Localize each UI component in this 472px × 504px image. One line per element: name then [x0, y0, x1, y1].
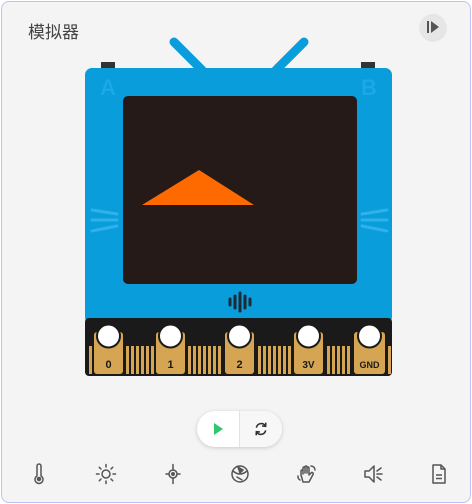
compass-icon [165, 463, 181, 485]
antenna-left [169, 37, 207, 75]
antenna-right [271, 37, 309, 75]
gesture-icon [297, 465, 316, 483]
microbit-board: A B 0 1 2 3V GND [85, 37, 392, 376]
accelerometer-icon [231, 465, 249, 483]
accelerometer-button[interactable] [224, 458, 256, 490]
log-icon [432, 464, 446, 484]
pin-2-label: 2 [236, 359, 242, 371]
sound-icon [364, 465, 383, 483]
pin-gnd-label: GND [360, 360, 381, 370]
sound-button[interactable] [357, 458, 389, 490]
pin-gnd[interactable]: GND [354, 323, 385, 375]
simulator-controls [197, 411, 282, 447]
pin-1-label: 1 [167, 359, 173, 371]
pin-3v-label: 3V [302, 360, 315, 371]
sensor-toolbar [2, 458, 470, 490]
light-icon [95, 463, 117, 485]
play-button[interactable] [197, 411, 239, 447]
thermometer-icon [34, 463, 44, 485]
play-icon [214, 423, 223, 435]
button-b[interactable]: B [361, 75, 377, 100]
led-screen [123, 96, 357, 284]
temperature-button[interactable] [23, 458, 55, 490]
simulator-panel: 模拟器 A B 0 1 2 3V GND [1, 1, 471, 503]
pin-2[interactable]: 2 [225, 323, 254, 375]
button-a[interactable]: A [100, 75, 116, 100]
restart-button[interactable] [239, 411, 282, 447]
compass-button[interactable] [157, 458, 189, 490]
pin-1[interactable]: 1 [156, 323, 185, 375]
pin-3v[interactable]: 3V [294, 323, 323, 375]
pin-0-label: 0 [105, 359, 111, 371]
log-button[interactable] [423, 458, 455, 490]
light-button[interactable] [90, 458, 122, 490]
gesture-button[interactable] [291, 458, 323, 490]
pin-0[interactable]: 0 [94, 323, 123, 375]
restart-icon [255, 422, 267, 436]
